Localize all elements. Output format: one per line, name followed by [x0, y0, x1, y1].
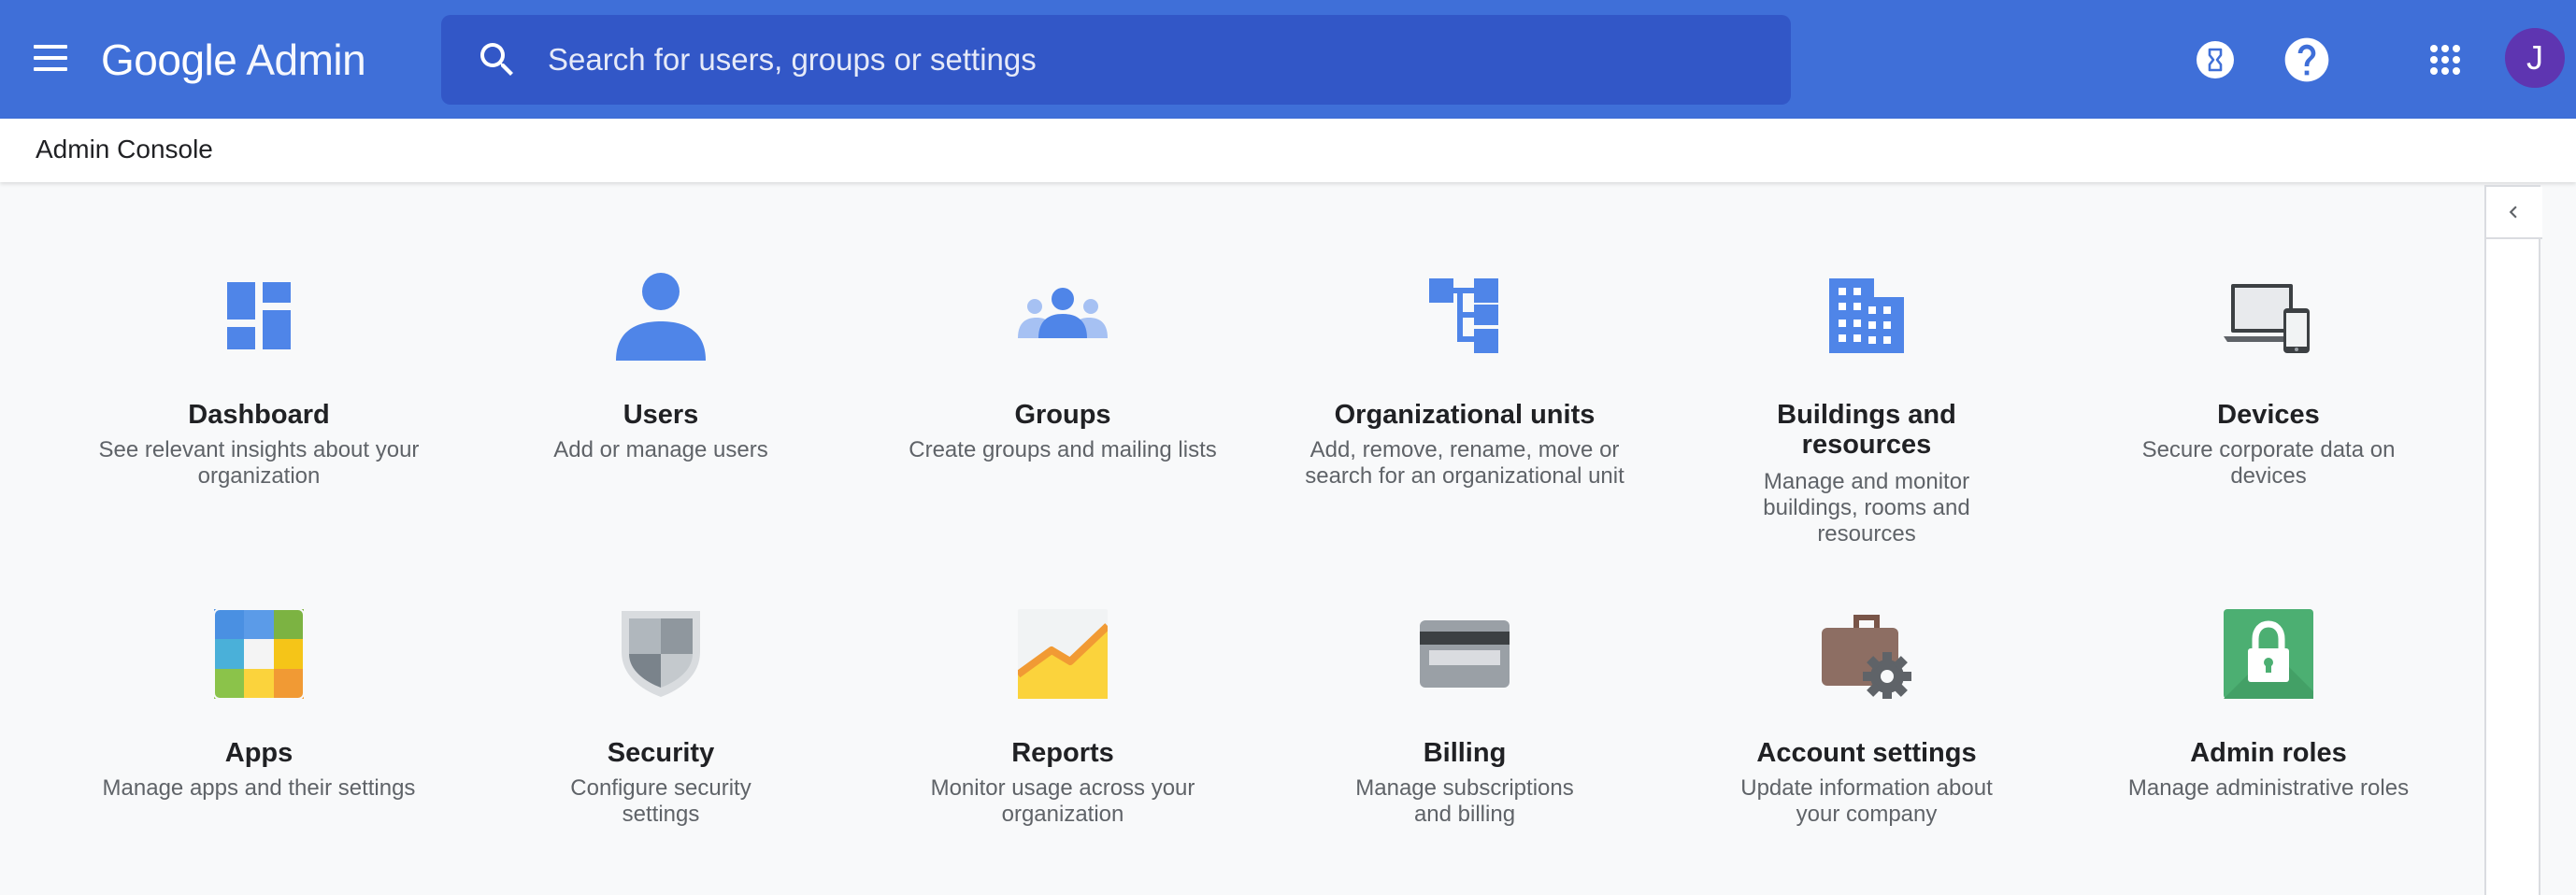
apps-launcher-button[interactable] — [2419, 34, 2471, 86]
card-devices[interactable]: Devices Secure corporate data on devices — [2068, 271, 2469, 514]
briefcase-gear-icon — [1822, 609, 1911, 701]
search-icon — [480, 43, 513, 76]
card-title: Reports — [1011, 738, 1114, 768]
help-button[interactable] — [2281, 34, 2333, 86]
card-description: Configure security settings — [570, 775, 751, 827]
card-organizational-units[interactable]: Organizational units Add, remove, rename… — [1264, 271, 1666, 514]
card-description: Monitor usage across your organization — [930, 775, 1195, 827]
devices-icon — [2224, 271, 2313, 361]
card-users[interactable]: Users Add or manage users — [460, 271, 862, 514]
card-description: Manage administrative roles — [2127, 775, 2410, 801]
card-description: Manage and monitor buildings, rooms and … — [1763, 469, 1970, 547]
card-description: Secure corporate data on devices — [2141, 437, 2396, 489]
card-title: Security — [607, 738, 715, 768]
main-menu-button[interactable] — [28, 36, 73, 80]
card-description: Update information about your company — [1740, 775, 1993, 827]
card-reports[interactable]: Reports Monitor usage across your organi… — [862, 609, 1264, 852]
card-title: Account settings — [1756, 738, 1977, 768]
lock-icon — [2224, 609, 2313, 699]
card-buildings-and-resources[interactable]: Buildings and resources Manage and monit… — [1666, 271, 2068, 551]
hourglass-icon — [2197, 41, 2234, 78]
apps-icon — [213, 608, 305, 700]
card-title: Users — [623, 400, 699, 430]
user-icon — [616, 271, 706, 361]
card-description: Manage apps and their settings — [102, 775, 416, 801]
card-description: Manage subscriptions and billing — [1355, 775, 1574, 827]
org-units-icon — [1420, 271, 1510, 361]
google-admin-logo[interactable]: Google Admin — [101, 30, 366, 90]
card-title: Groups — [1014, 400, 1111, 430]
search-input[interactable] — [548, 32, 1763, 88]
card-dashboard[interactable]: Dashboard See relevant insights about yo… — [58, 271, 460, 514]
card-description: See relevant insights about your organiz… — [98, 437, 420, 489]
logo-google-text: Google — [101, 36, 237, 84]
card-title: Devices — [2217, 400, 2320, 430]
shield-icon — [616, 609, 706, 699]
help-icon — [2284, 37, 2329, 82]
chevron-left-icon — [2509, 206, 2517, 219]
card-apps[interactable]: Apps Manage apps and their settings — [58, 608, 460, 852]
card-description: Create groups and mailing lists — [909, 437, 1217, 462]
reports-chart-icon — [1015, 609, 1110, 699]
breadcrumb-bar: Admin Console — [0, 119, 2576, 182]
card-title: Billing — [1423, 738, 1507, 768]
card-title: Buildings and resources — [1777, 400, 1956, 460]
card-description: Add, remove, rename, move or search for … — [1305, 437, 1624, 489]
credit-card-icon — [1420, 609, 1510, 699]
card-security[interactable]: Security Configure security settings — [460, 609, 862, 852]
card-title: Dashboard — [188, 400, 330, 430]
search-bar[interactable] — [441, 15, 1791, 105]
tasks-button[interactable] — [2189, 34, 2241, 86]
building-icon — [1822, 271, 1911, 361]
card-groups[interactable]: Groups Create groups and mailing lists — [862, 271, 1264, 514]
groups-icon — [1018, 271, 1108, 361]
breadcrumb[interactable]: Admin Console — [36, 135, 213, 164]
card-title: Organizational units — [1334, 400, 1596, 430]
card-description: Add or manage users — [553, 437, 768, 462]
card-title: Apps — [224, 738, 293, 768]
grid-icon — [2430, 45, 2460, 75]
side-panel — [2484, 185, 2542, 895]
card-title: Admin roles — [2190, 738, 2347, 768]
account-avatar[interactable]: J — [2505, 28, 2565, 88]
dashboard-icon — [214, 271, 304, 361]
card-account-settings[interactable]: Account settings Update information abou… — [1666, 609, 2068, 852]
side-panel-toggle-button[interactable] — [2486, 187, 2542, 239]
card-admin-roles[interactable]: Admin roles Manage administrative roles — [2068, 609, 2469, 852]
top-app-bar: GoogleAdmin J — [0, 0, 2576, 119]
card-billing[interactable]: Billing Manage subscriptions and billing — [1264, 609, 1666, 852]
logo-admin-text: Admin — [246, 36, 366, 84]
